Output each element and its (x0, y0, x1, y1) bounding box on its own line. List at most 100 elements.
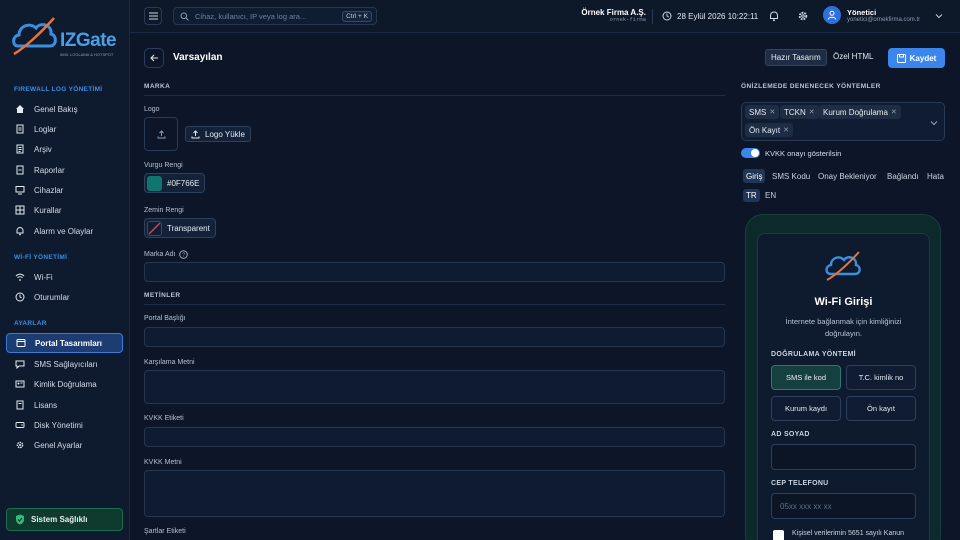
tab-error[interactable]: Hata (924, 169, 947, 183)
sidebar-item-alarms[interactable]: Alarm ve Olaylar (6, 221, 123, 241)
name-field[interactable] (771, 444, 916, 470)
sidebar-item-portal-designs[interactable]: Portal Tasarımları (6, 333, 123, 353)
sidebar-item-overview[interactable]: Genel Bakış (6, 99, 123, 119)
sidebar-item-auth[interactable]: Kimlik Doğrulama (6, 374, 123, 394)
welcome-text-field[interactable] (144, 370, 725, 404)
help-icon[interactable]: ? (178, 250, 188, 259)
portal-title-field[interactable] (144, 327, 725, 347)
company-info[interactable]: Örnek Firma A.Ş. ornek-firma (560, 8, 646, 23)
consent-checkbox[interactable] (773, 530, 784, 540)
kvkk-tag-field[interactable] (144, 427, 725, 447)
sidebar-item-wifi[interactable]: Wi-Fi (6, 267, 123, 287)
system-health-label: Sistem Sağlıklı (31, 515, 88, 524)
bg-color-value: Transparent (167, 223, 210, 233)
topbar: Ctrl + K Örnek Firma A.Ş. ornek-firma 28… (130, 0, 960, 33)
section-settings: AYARLAR (14, 320, 47, 327)
sidebar-item-logs[interactable]: Loglar (6, 119, 123, 139)
bell-icon[interactable] (768, 10, 780, 22)
method-chip-preregister[interactable]: Ön Kayıt ✕ (745, 123, 793, 137)
upload-icon (191, 129, 200, 138)
method-chip-sms[interactable]: SMS ✕ (745, 105, 780, 119)
save-button[interactable]: Kaydet (888, 48, 945, 68)
accent-swatch (147, 175, 162, 191)
logo-upload-label: Logo Yükle (205, 129, 245, 139)
chevron-down-icon (930, 121, 938, 126)
sidebar-item-archive[interactable]: Arşiv (6, 139, 123, 159)
global-search[interactable]: Ctrl + K (173, 7, 377, 25)
menu-toggle-button[interactable] (144, 7, 162, 25)
method-institution-button[interactable]: Kurum kaydı (771, 396, 841, 421)
sidebar-item-label: SMS Sağlayıcıları (34, 359, 98, 369)
lang-en[interactable]: EN (762, 189, 779, 202)
portal-title-label: Portal Başlığı (144, 315, 186, 322)
chip-label: SMS (749, 107, 767, 117)
remove-icon[interactable]: ✕ (769, 108, 775, 116)
license-icon (16, 400, 24, 410)
tab-sms-code[interactable]: SMS Kodu (769, 169, 813, 183)
remove-icon[interactable]: ✕ (783, 126, 789, 134)
kvkk-tag-label: KVKK Etiketi (144, 415, 184, 422)
sidebar-item-rules[interactable]: Kurallar (6, 200, 123, 220)
gear-icon[interactable] (797, 10, 809, 22)
sidebar-item-sessions[interactable]: Oturumlar (6, 287, 123, 307)
page-title: Varsayılan (173, 52, 223, 63)
user-email: yonetici@ornekfirma.com.tr (847, 16, 921, 23)
kvkk-text-field[interactable] (144, 470, 725, 517)
remove-icon[interactable]: ✕ (809, 108, 815, 116)
chip-label: Kurum Doğrulama (823, 107, 888, 117)
sidebar-item-reports[interactable]: Raporlar (6, 160, 123, 180)
user-menu[interactable]: Yönetici yonetici@ornekfirma.com.tr (823, 6, 920, 24)
sidebar-item-label: Wi-Fi (34, 272, 53, 282)
lang-tr[interactable]: TR (743, 189, 760, 202)
search-input[interactable] (195, 11, 345, 21)
accent-color-picker[interactable]: #0F766E (144, 173, 206, 193)
bg-color-picker[interactable]: Transparent (144, 218, 216, 238)
chevron-down-icon[interactable] (935, 12, 943, 20)
sidebar-item-sms-providers[interactable]: SMS Sağlayıcıları (6, 354, 123, 374)
monitor-icon (15, 186, 25, 195)
chip-label: TCKN (784, 107, 806, 117)
sidebar-item-general-settings[interactable]: Genel Ayarlar (6, 435, 123, 455)
kvkk-text-label: KVKK Metni (144, 459, 182, 466)
sidebar-item-license[interactable]: Lisans (6, 395, 123, 415)
tab-connected[interactable]: Bağlandı (884, 169, 922, 183)
shield-check-icon (16, 514, 24, 525)
save-button-label: Kaydet (909, 53, 937, 63)
remove-icon[interactable]: ✕ (891, 108, 897, 116)
tab-login[interactable]: Giriş (743, 169, 766, 183)
welcome-textarea[interactable] (145, 371, 724, 403)
brand-logo[interactable]: IZGate 5651 LOGLAMA & HOTSPOT (10, 12, 122, 62)
phone-input[interactable] (772, 494, 915, 518)
preset-design-button[interactable]: Hazır Tasarım (765, 49, 827, 66)
logo-preview[interactable] (144, 117, 178, 151)
custom-html-button[interactable]: Özel HTML (833, 52, 873, 61)
brand-name-input[interactable] (145, 263, 724, 281)
logo-upload-button[interactable]: Logo Yükle (185, 126, 251, 142)
preview-methods-title: ÖNİZLEMEDE DENENECEK YÖNTEMLER (741, 83, 881, 90)
phone-label: CEP TELEFONU (771, 480, 829, 487)
method-preregister-button[interactable]: Ön kayıt (846, 396, 916, 421)
datetime-display: 28 Eylül 2026 10:22:11 (662, 11, 758, 21)
name-input[interactable] (772, 445, 915, 469)
sidebar-item-label: Genel Bakış (34, 104, 78, 114)
method-tckn-button[interactable]: T.C. kimlik no (846, 365, 916, 390)
portal-card-title: Wi-Fi Girişi (814, 296, 873, 308)
system-health-badge[interactable]: Sistem Sağlıklı (6, 508, 123, 531)
method-sms-button[interactable]: SMS ile kod (771, 365, 841, 390)
bg-color-label: Zemin Rengi (144, 207, 184, 214)
kvkk-toggle[interactable] (741, 148, 760, 158)
tab-pending[interactable]: Onay Bekleniyor (815, 169, 880, 183)
clock-icon (662, 11, 672, 21)
portal-icon (16, 339, 26, 347)
phone-field[interactable] (771, 493, 916, 519)
method-chip-institution[interactable]: Kurum Doğrulama ✕ (819, 105, 901, 119)
back-button[interactable] (144, 48, 164, 68)
document-icon (16, 124, 24, 134)
kvkk-textarea[interactable] (145, 471, 724, 516)
method-chip-tckn[interactable]: TCKN ✕ (780, 105, 819, 119)
sidebar-item-disk[interactable]: Disk Yönetimi (6, 415, 123, 435)
sidebar-item-devices[interactable]: Cihazlar (6, 180, 123, 200)
brand-name-field[interactable] (144, 262, 725, 282)
portal-title-input[interactable] (145, 328, 724, 346)
kvkk-tag-input[interactable] (145, 428, 724, 446)
